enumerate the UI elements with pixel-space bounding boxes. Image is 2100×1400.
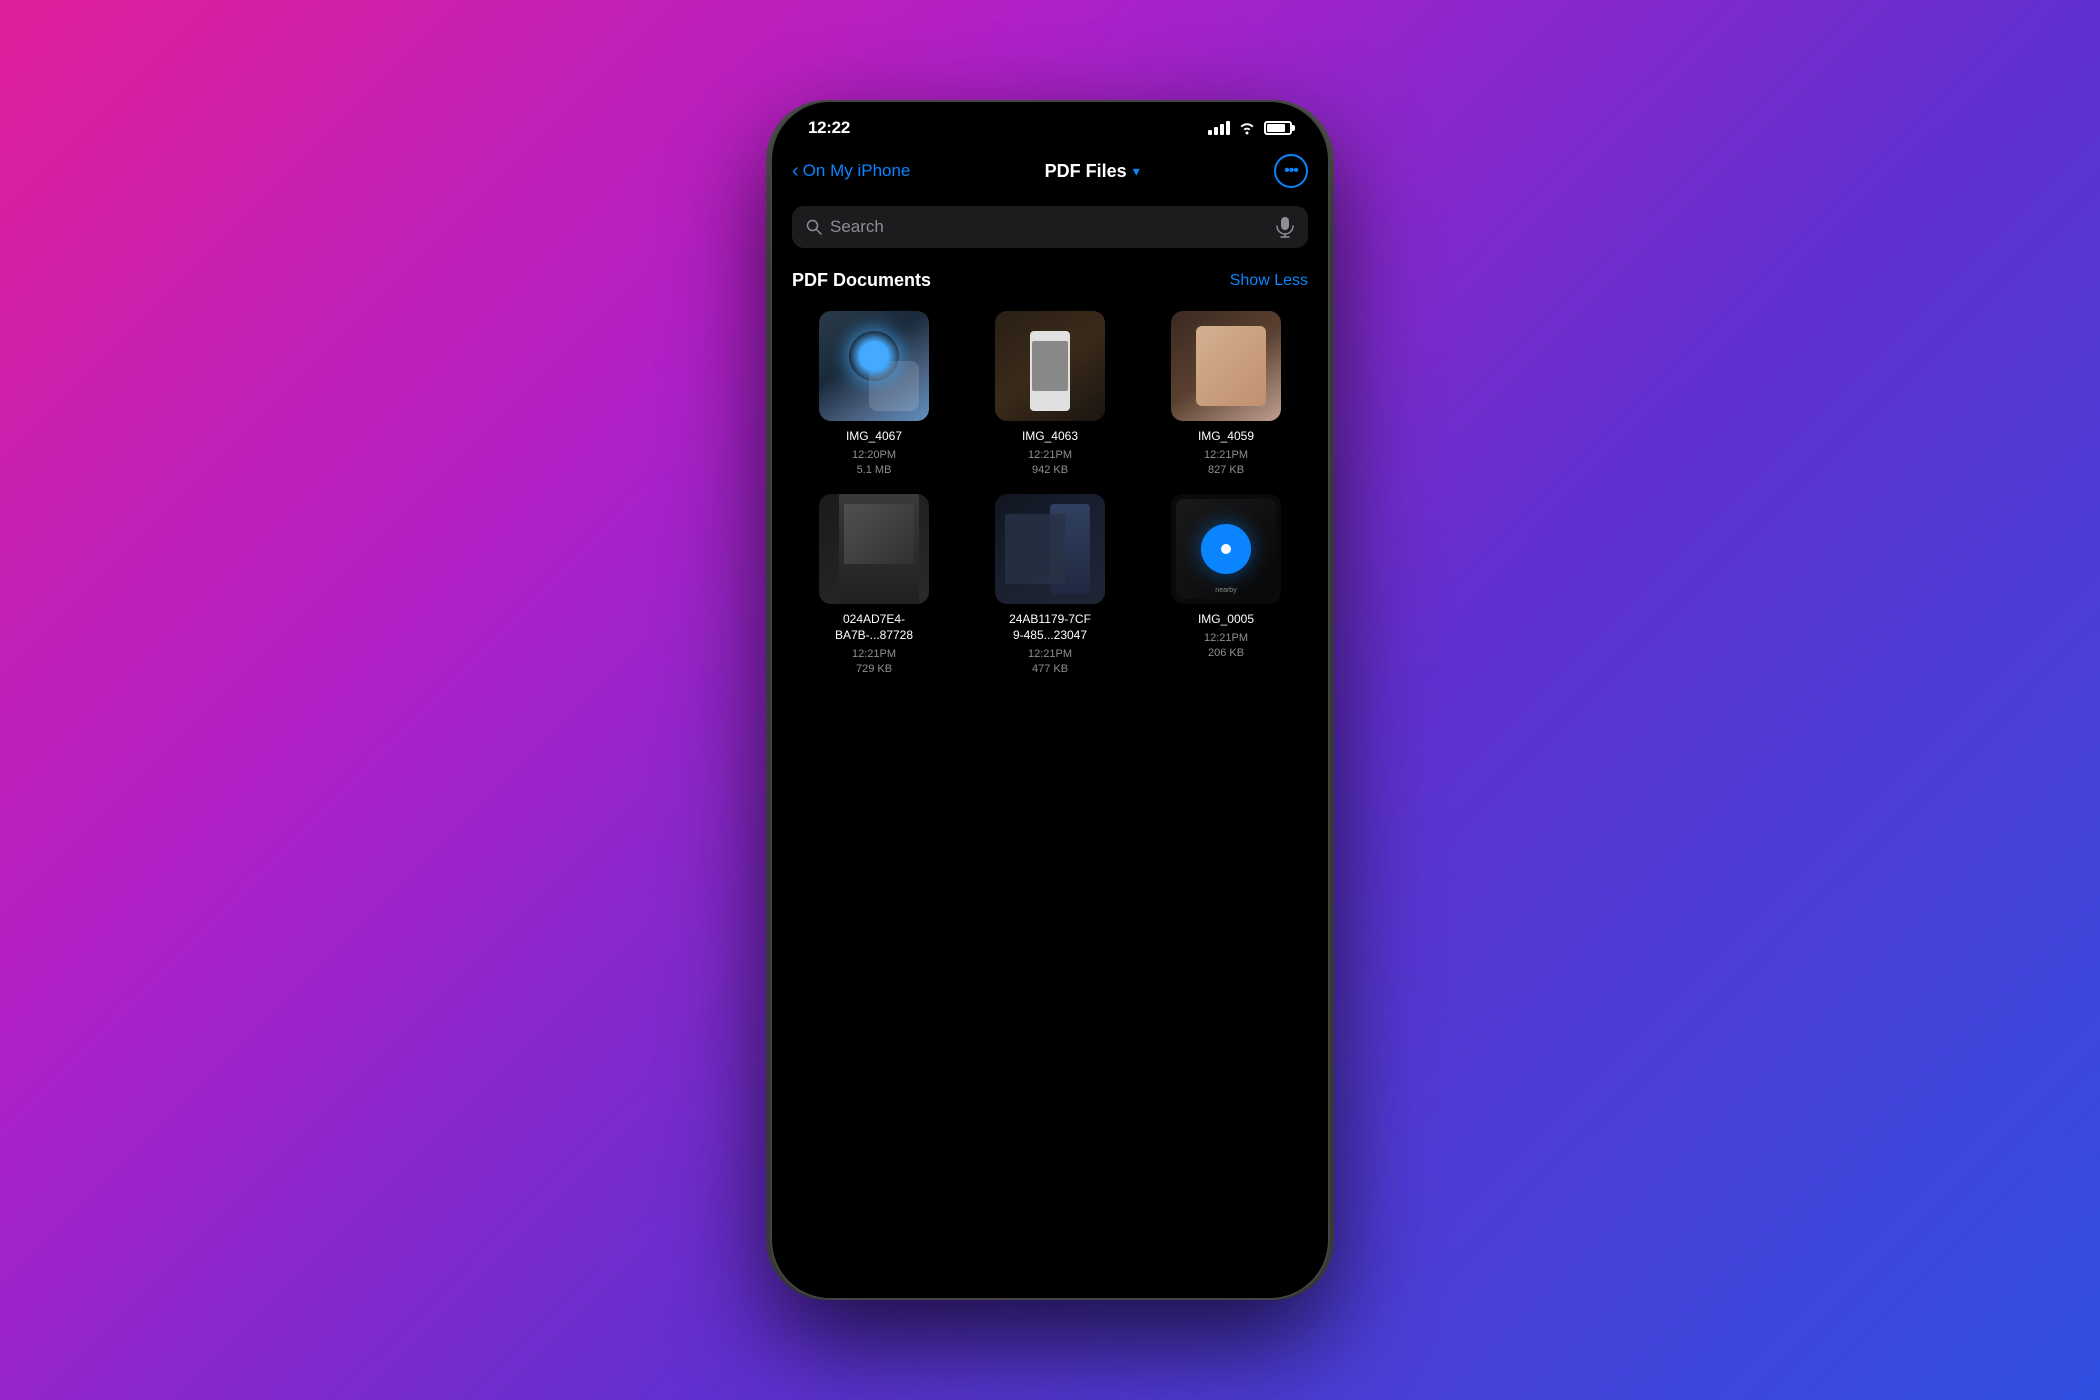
battery-fill xyxy=(1267,124,1285,132)
file-thumbnail xyxy=(995,311,1105,421)
file-thumbnail xyxy=(819,311,929,421)
nearby-label: nearby xyxy=(1171,587,1281,594)
list-item[interactable]: IMG_4067 12:20PM5.1 MB xyxy=(792,311,956,478)
dynamic-island xyxy=(985,114,1115,150)
airtag-dot xyxy=(1221,544,1231,554)
section-header: PDF Documents Show Less xyxy=(792,270,1308,291)
phone-screen: 12:22 ‹ On My iPhone PDF Files xyxy=(772,102,1328,1298)
section-title: PDF Documents xyxy=(792,270,931,291)
file-meta: 12:21PM827 KB xyxy=(1204,448,1248,479)
file-thumbnail xyxy=(995,494,1105,604)
file-meta: 12:21PM942 KB xyxy=(1028,448,1072,479)
back-label: On My iPhone xyxy=(803,161,911,181)
file-name: IMG_4059 xyxy=(1198,429,1254,445)
search-placeholder: Search xyxy=(830,217,1268,237)
file-name: IMG_4063 xyxy=(1022,429,1078,445)
nav-title: PDF Files xyxy=(1045,161,1127,182)
nav-title-area: PDF Files ▾ xyxy=(910,161,1274,182)
file-meta: 12:20PM5.1 MB xyxy=(852,448,896,479)
list-item[interactable]: 24AB1179-7CF9-485...23047 12:21PM477 KB xyxy=(968,494,1132,677)
file-meta: 12:21PM729 KB xyxy=(852,647,896,678)
signal-icon xyxy=(1208,121,1230,135)
search-bar[interactable]: Search xyxy=(792,206,1308,248)
status-icons xyxy=(1208,121,1292,135)
microphone-icon[interactable] xyxy=(1276,216,1294,238)
search-bar-container: Search xyxy=(772,198,1328,260)
status-bar: 12:22 xyxy=(772,102,1328,146)
battery-icon xyxy=(1264,121,1292,135)
list-item[interactable]: IMG_4063 12:21PM942 KB xyxy=(968,311,1132,478)
phone-device: 12:22 ‹ On My iPhone PDF Files xyxy=(770,100,1330,1300)
wifi-icon xyxy=(1238,121,1256,135)
more-dots-icon: ••• xyxy=(1284,163,1298,179)
file-grid: IMG_4067 12:20PM5.1 MB IMG_4063 12:21PM9… xyxy=(792,311,1308,677)
list-item[interactable]: nearby IMG_0005 12:21PM206 KB xyxy=(1144,494,1308,677)
content-area: PDF Documents Show Less IMG_4067 12:20PM… xyxy=(772,260,1328,1298)
airtag-icon xyxy=(1201,524,1251,574)
file-name: IMG_0005 xyxy=(1198,612,1254,628)
back-chevron-icon: ‹ xyxy=(792,161,799,181)
file-name: 024AD7E4-BA7B-...87728 xyxy=(835,612,913,643)
nav-title-chevron-icon[interactable]: ▾ xyxy=(1133,163,1140,180)
file-thumbnail xyxy=(1171,311,1281,421)
more-options-button[interactable]: ••• xyxy=(1274,154,1308,188)
file-name: IMG_4067 xyxy=(846,429,902,445)
file-thumbnail xyxy=(819,494,929,604)
file-thumbnail: nearby xyxy=(1171,494,1281,604)
status-time: 12:22 xyxy=(808,118,850,138)
back-button[interactable]: ‹ On My iPhone xyxy=(792,161,910,181)
list-item[interactable]: IMG_4059 12:21PM827 KB xyxy=(1144,311,1308,478)
file-meta: 12:21PM206 KB xyxy=(1204,631,1248,662)
file-meta: 12:21PM477 KB xyxy=(1028,647,1072,678)
list-item[interactable]: 024AD7E4-BA7B-...87728 12:21PM729 KB xyxy=(792,494,956,677)
search-icon xyxy=(806,219,822,235)
file-name: 24AB1179-7CF9-485...23047 xyxy=(1009,612,1091,643)
show-less-button[interactable]: Show Less xyxy=(1230,272,1308,290)
navigation-bar: ‹ On My iPhone PDF Files ▾ ••• xyxy=(772,146,1328,198)
